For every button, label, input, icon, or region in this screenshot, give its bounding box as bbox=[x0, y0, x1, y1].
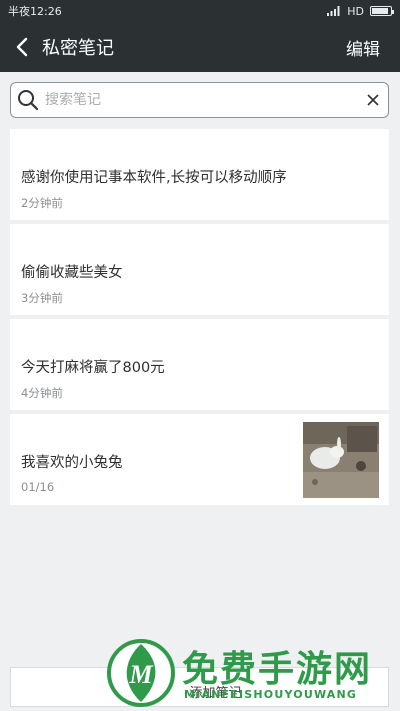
note-title: 感谢你使用记事本软件,长按可以移动顺序 bbox=[21, 170, 287, 186]
page-title: 私密笔记 bbox=[42, 38, 114, 59]
search-icon bbox=[15, 87, 41, 113]
note-title: 偷偷收藏些美女 bbox=[21, 265, 123, 281]
note-item[interactable]: 我喜欢的小兔兔 01/16 bbox=[10, 414, 389, 505]
app-header: 私密笔记 编辑 bbox=[0, 22, 400, 72]
edit-button[interactable]: 编辑 bbox=[346, 22, 380, 72]
back-button[interactable] bbox=[4, 22, 40, 72]
clear-search-icon[interactable] bbox=[358, 85, 388, 115]
status-time: 半夜12:26 bbox=[8, 5, 62, 18]
note-item[interactable]: 感谢你使用记事本软件,长按可以移动顺序 2分钟前 bbox=[10, 129, 389, 220]
note-time: 2分钟前 bbox=[21, 196, 63, 210]
search-input[interactable] bbox=[45, 92, 358, 108]
note-time: 4分钟前 bbox=[21, 386, 63, 400]
back-arrow-icon bbox=[16, 37, 28, 57]
search-box bbox=[10, 82, 389, 118]
add-note-label: 添加笔记 bbox=[189, 685, 242, 701]
status-bar: 半夜12:26 HD bbox=[0, 0, 400, 22]
note-thumbnail-image bbox=[303, 422, 379, 498]
battery-icon bbox=[370, 6, 394, 16]
note-time: 3分钟前 bbox=[21, 291, 63, 305]
battery-fill bbox=[372, 8, 389, 14]
note-title: 今天打麻将赢了800元 bbox=[21, 360, 165, 376]
note-item[interactable]: 偷偷收藏些美女 3分钟前 bbox=[10, 224, 389, 315]
note-time: 01/16 bbox=[21, 480, 55, 494]
note-title: 我喜欢的小兔兔 bbox=[21, 455, 123, 471]
signal-icon bbox=[327, 6, 340, 16]
note-item[interactable]: 今天打麻将赢了800元 4分钟前 bbox=[10, 319, 389, 410]
add-note-button[interactable]: 添加笔记 bbox=[10, 667, 389, 707]
network-type: HD bbox=[347, 4, 364, 18]
